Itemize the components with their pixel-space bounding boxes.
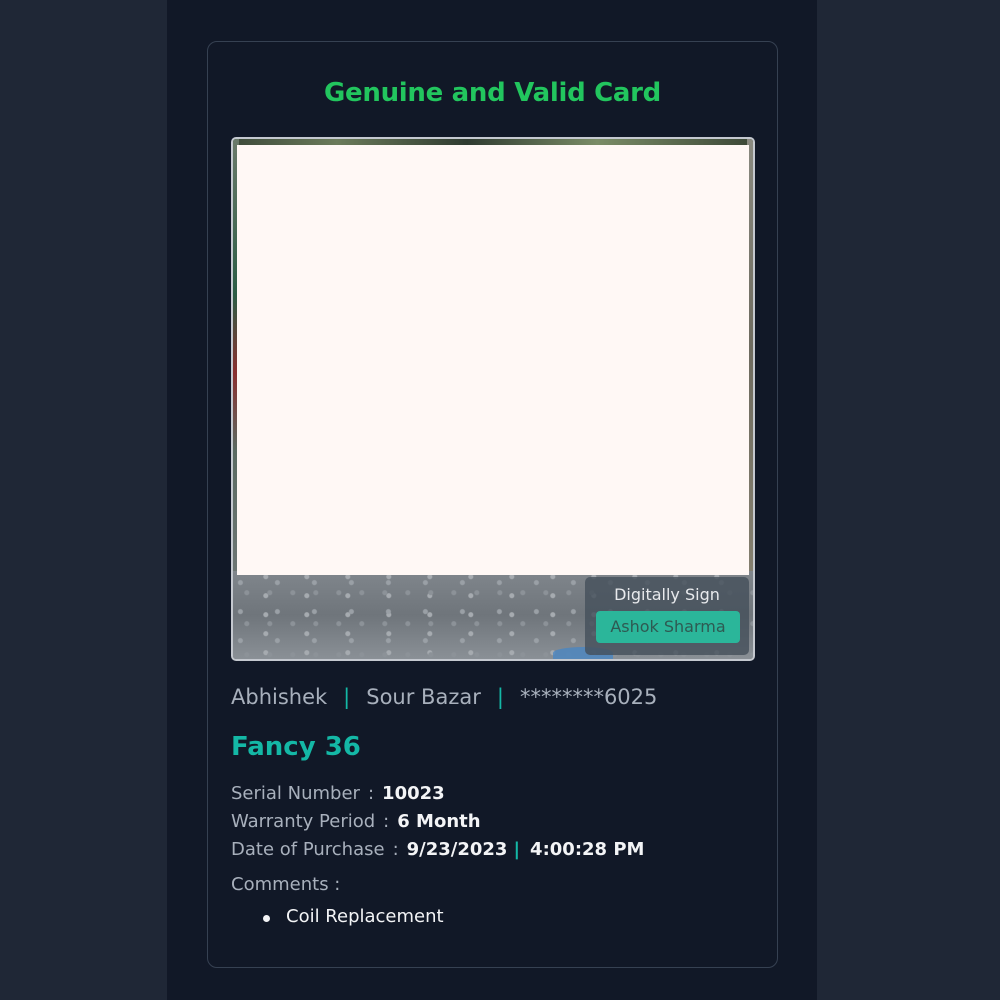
warranty-period-value: 6 Month <box>397 811 481 832</box>
customer-location: Sour Bazar <box>366 685 481 709</box>
purchase-time-value: 4:00:28 PM <box>530 839 645 860</box>
separator: | <box>343 685 351 709</box>
customer-info-line: Abhishek | Sour Bazar | ********6025 <box>231 685 657 709</box>
bullet-icon <box>263 915 270 922</box>
serial-number-label: Serial Number <box>231 783 360 804</box>
product-name: Fancy 36 <box>231 732 361 762</box>
serial-number-row: Serial Number:10023 <box>231 780 644 808</box>
digital-signature-box: Digitally Sign Ashok Sharma <box>585 577 749 655</box>
date-of-purchase-label: Date of Purchase <box>231 839 385 860</box>
signature-name-badge: Ashok Sharma <box>596 611 740 643</box>
purchase-date-value: 9/23/2023 <box>406 839 508 860</box>
date-of-purchase-row: Date of Purchase:9/23/2023 | 4:00:28 PM <box>231 836 644 864</box>
date-time-separator: | <box>513 839 521 860</box>
colon: : <box>367 783 375 804</box>
warranty-period-row: Warranty Period:6 Month <box>231 808 644 836</box>
product-details: Serial Number:10023 Warranty Period:6 Mo… <box>231 780 644 864</box>
serial-number-value: 10023 <box>382 783 445 804</box>
product-photo: Digitally Sign Ashok Sharma <box>231 137 755 661</box>
warranty-period-label: Warranty Period <box>231 811 376 832</box>
customer-name: Abhishek <box>231 685 328 709</box>
comments-list: Coil Replacement <box>263 906 444 927</box>
signature-label: Digitally Sign <box>614 585 720 604</box>
separator: | <box>496 685 504 709</box>
page-container: Genuine and Valid Card Digitally Sign As… <box>167 0 817 1000</box>
product-image-area <box>237 145 749 575</box>
warranty-card: Genuine and Valid Card Digitally Sign As… <box>207 41 778 968</box>
colon: : <box>383 811 390 832</box>
customer-phone: ********6025 <box>519 685 658 709</box>
card-title: Genuine and Valid Card <box>323 78 661 108</box>
comments-label: Comments : <box>231 874 341 895</box>
comment-item: Coil Replacement <box>263 906 444 927</box>
comment-text: Coil Replacement <box>286 906 444 927</box>
colon: : <box>392 839 399 860</box>
